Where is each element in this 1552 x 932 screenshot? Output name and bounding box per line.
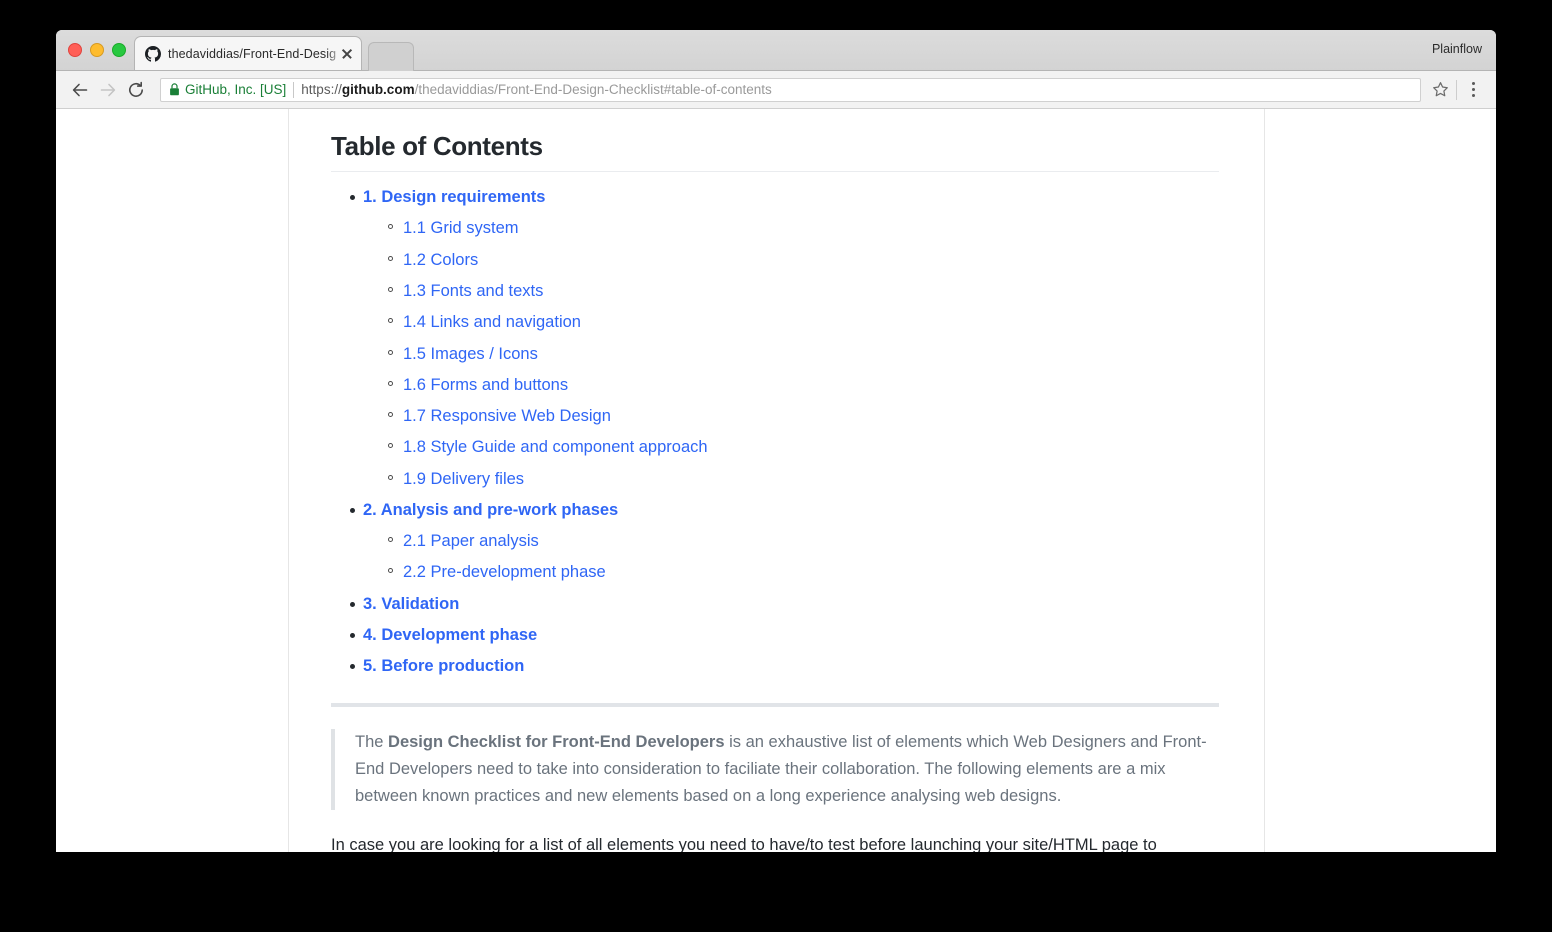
browser-tab-bar: thedaviddias/Front-End-Design-Checklist … bbox=[56, 30, 1496, 71]
back-arrow-icon[interactable] bbox=[66, 76, 94, 104]
list-item: 1.8 Style Guide and component approach bbox=[363, 436, 1219, 458]
list-item: 4. Development phase bbox=[331, 624, 1219, 646]
toc-link-1-6[interactable]: 1.6 Forms and buttons bbox=[403, 376, 568, 394]
toc-link-1-9[interactable]: 1.9 Delivery files bbox=[403, 470, 524, 488]
list-item: 1.3 Fonts and texts bbox=[363, 280, 1219, 302]
toc-link-1-1[interactable]: 1.1 Grid system bbox=[403, 219, 519, 237]
url-text: https://github.com/thedaviddias/Front-En… bbox=[301, 82, 771, 97]
list-item: 1.1 Grid system bbox=[363, 217, 1219, 239]
toc-sublist-2: 2.1 Paper analysis 2.2 Pre-development p… bbox=[363, 530, 1219, 584]
checklist-paragraph: In case you are looking for a list of al… bbox=[331, 832, 1219, 852]
toc-link-2-2[interactable]: 2.2 Pre-development phase bbox=[403, 563, 606, 581]
toc-link-1-5[interactable]: 1.5 Images / Icons bbox=[403, 345, 538, 363]
toc-sublist-1: 1.1 Grid system 1.2 Colors 1.3 Fonts and… bbox=[363, 217, 1219, 489]
quote-lead-text: The bbox=[355, 733, 389, 752]
quote-bold-title: Design Checklist for Front-End Developer… bbox=[388, 733, 725, 752]
url-host: github.com bbox=[341, 82, 415, 97]
toc-link-2[interactable]: 2. Analysis and pre-work phases bbox=[363, 501, 618, 519]
star-icon[interactable] bbox=[1427, 77, 1453, 103]
list-item: 2.2 Pre-development phase bbox=[363, 561, 1219, 583]
page-title: Table of Contents bbox=[331, 131, 1219, 173]
lock-icon bbox=[170, 83, 179, 96]
list-item: 1.9 Delivery files bbox=[363, 468, 1219, 490]
list-item: 1.5 Images / Icons bbox=[363, 343, 1219, 365]
github-octocat-icon bbox=[145, 45, 161, 62]
forward-arrow-icon bbox=[94, 76, 122, 104]
list-item: 1.2 Colors bbox=[363, 249, 1219, 271]
toc-link-1-2[interactable]: 1.2 Colors bbox=[403, 251, 478, 269]
close-icon[interactable] bbox=[339, 46, 355, 62]
list-item: 5. Before production bbox=[331, 655, 1219, 677]
window-traffic-lights bbox=[68, 43, 126, 57]
site-security-label: GitHub, Inc. [US] bbox=[185, 82, 287, 97]
browser-toolbar: GitHub, Inc. [US] https://github.com/the… bbox=[56, 71, 1496, 109]
toc-link-2-1[interactable]: 2.1 Paper analysis bbox=[403, 532, 539, 550]
toc-link-1-4[interactable]: 1.4 Links and navigation bbox=[403, 313, 581, 331]
browser-tab-active[interactable]: thedaviddias/Front-End-Design-Checklist bbox=[134, 36, 362, 70]
toolbar-divider bbox=[1456, 79, 1457, 100]
list-item: 1.7 Responsive Web Design bbox=[363, 405, 1219, 427]
list-item: 1. Design requirements 1.1 Grid system 1… bbox=[331, 186, 1219, 490]
url-scheme: https:// bbox=[301, 82, 342, 97]
address-bar[interactable]: GitHub, Inc. [US] https://github.com/the… bbox=[160, 77, 1421, 102]
reload-icon[interactable] bbox=[122, 76, 150, 104]
list-item: 2. Analysis and pre-work phases 2.1 Pape… bbox=[331, 499, 1219, 584]
browser-tab-title: thedaviddias/Front-End-Design-Checklist bbox=[168, 46, 337, 61]
url-path: /thedaviddias/Front-End-Design-Checklist… bbox=[414, 82, 772, 97]
toc-link-1-8[interactable]: 1.8 Style Guide and component approach bbox=[403, 438, 708, 456]
new-tab-button[interactable] bbox=[368, 42, 414, 71]
browser-window: thedaviddias/Front-End-Design-Checklist … bbox=[56, 30, 1496, 852]
list-item: 1.4 Links and navigation bbox=[363, 311, 1219, 333]
toc-link-5[interactable]: 5. Before production bbox=[363, 657, 524, 675]
close-window-button[interactable] bbox=[68, 43, 82, 57]
minimize-window-button[interactable] bbox=[90, 43, 104, 57]
toc-link-3[interactable]: 3. Validation bbox=[363, 595, 459, 613]
list-item: 3. Validation bbox=[331, 593, 1219, 615]
toc-link-4[interactable]: 4. Development phase bbox=[363, 626, 537, 644]
window-app-label: Plainflow bbox=[1431, 42, 1482, 56]
toc-link-1[interactable]: 1. Design requirements bbox=[363, 188, 545, 206]
three-dot-menu-icon[interactable] bbox=[1460, 77, 1486, 103]
intro-blockquote: The Design Checklist for Front-End Devel… bbox=[331, 729, 1219, 810]
section-divider bbox=[331, 703, 1219, 708]
toc-link-1-7[interactable]: 1.7 Responsive Web Design bbox=[403, 407, 611, 425]
table-of-contents-list: 1. Design requirements 1.1 Grid system 1… bbox=[331, 186, 1219, 677]
maximize-window-button[interactable] bbox=[112, 43, 126, 57]
paragraph-text-before-link: In case you are looking for a list of al… bbox=[331, 835, 1157, 852]
toc-link-1-3[interactable]: 1.3 Fonts and texts bbox=[403, 282, 543, 300]
page-viewport: Table of Contents 1. Design requirements… bbox=[56, 109, 1496, 852]
readme-content-column: Table of Contents 1. Design requirements… bbox=[288, 109, 1265, 852]
list-item: 1.6 Forms and buttons bbox=[363, 374, 1219, 396]
list-item: 2.1 Paper analysis bbox=[363, 530, 1219, 552]
omnibox-divider bbox=[293, 81, 295, 98]
readme-body: Table of Contents 1. Design requirements… bbox=[331, 131, 1219, 852]
